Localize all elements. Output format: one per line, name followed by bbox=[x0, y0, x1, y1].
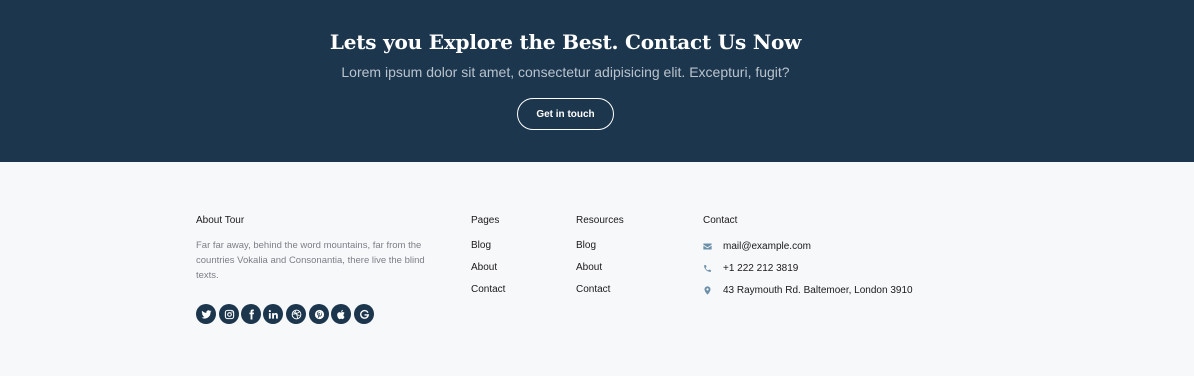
resources-title: Resources bbox=[576, 215, 624, 226]
contact-title: Contact bbox=[703, 215, 738, 226]
resources-link-blog[interactable]: Blog bbox=[576, 240, 596, 251]
phone-icon bbox=[703, 262, 723, 274]
twitter-icon[interactable] bbox=[196, 304, 216, 324]
linkedin-icon[interactable] bbox=[263, 304, 283, 324]
contact-email[interactable]: mail@example.com bbox=[703, 240, 811, 252]
pages-title: Pages bbox=[471, 215, 500, 226]
facebook-icon[interactable] bbox=[241, 304, 261, 324]
contact-address: 43 Raymouth Rd. Baltemoer, London 3910 bbox=[703, 284, 913, 296]
cta-subtitle: Lorem ipsum dolor sit amet, consectetur … bbox=[341, 64, 790, 80]
about-title: About Tour bbox=[196, 215, 245, 226]
contact-address-text: 43 Raymouth Rd. Baltemoer, London 3910 bbox=[723, 284, 913, 296]
google-icon[interactable] bbox=[354, 304, 374, 324]
get-in-touch-button[interactable]: Get in touch bbox=[517, 98, 614, 130]
dribbble-icon[interactable] bbox=[286, 304, 306, 324]
contact-phone-text: +1 222 212 3819 bbox=[723, 262, 799, 274]
pinterest-icon[interactable] bbox=[309, 304, 329, 324]
apple-icon[interactable] bbox=[331, 304, 351, 324]
resources-link-about[interactable]: About bbox=[576, 262, 602, 273]
contact-phone[interactable]: +1 222 212 3819 bbox=[703, 262, 798, 274]
pages-link-contact[interactable]: Contact bbox=[471, 284, 505, 295]
cta-section: Lets you Explore the Best. Contact Us No… bbox=[0, 0, 1194, 162]
envelope-icon bbox=[703, 240, 723, 252]
cta-title: Lets you Explore the Best. Contact Us No… bbox=[329, 30, 802, 54]
pages-link-blog[interactable]: Blog bbox=[471, 240, 491, 251]
footer: About Tour Far far away, behind the word… bbox=[0, 162, 1194, 376]
pages-link-about[interactable]: About bbox=[471, 262, 497, 273]
instagram-icon[interactable] bbox=[219, 304, 239, 324]
contact-email-text: mail@example.com bbox=[723, 240, 811, 252]
resources-link-contact[interactable]: Contact bbox=[576, 284, 610, 295]
about-text: Far far away, behind the word mountains,… bbox=[196, 240, 425, 281]
map-marker-icon bbox=[703, 284, 723, 296]
